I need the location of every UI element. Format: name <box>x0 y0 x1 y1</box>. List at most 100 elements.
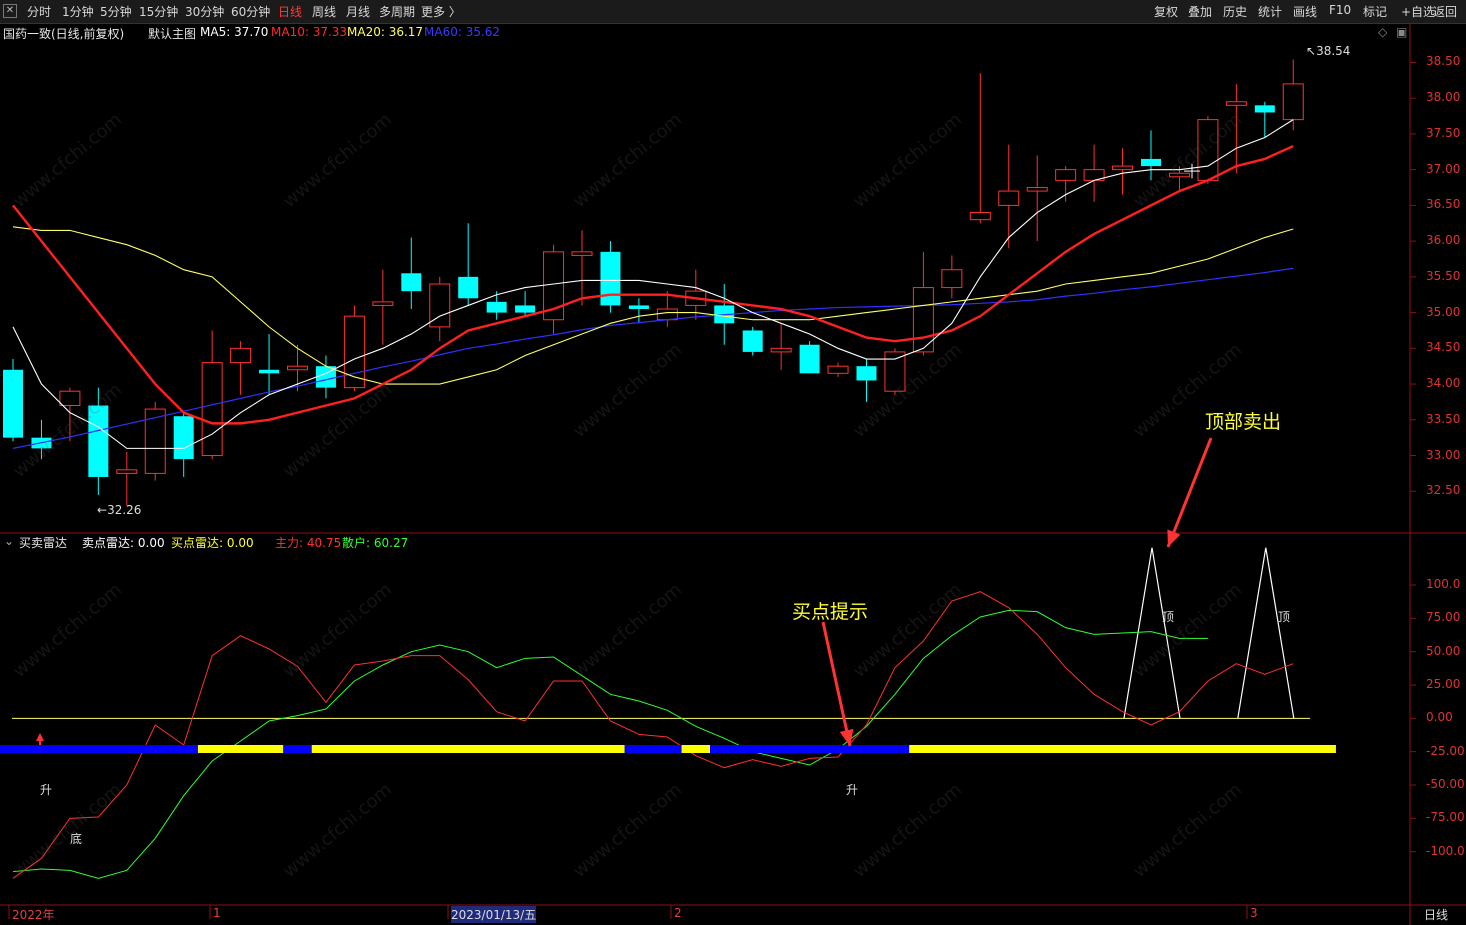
price-tick-label: 38.00 <box>1426 90 1461 105</box>
high-price-mark: ↖38.54 <box>1306 44 1351 58</box>
ma20-label: MA20: 36.17 <box>347 25 424 39</box>
price-tick-label: 33.50 <box>1426 411 1461 426</box>
date-tick-label: 1 <box>213 906 221 920</box>
candle-body <box>116 469 138 474</box>
candle-body <box>969 212 991 221</box>
chart-title: 国药一致(日线,前复权) <box>3 27 125 41</box>
price-tick-label: 37.50 <box>1426 125 1461 140</box>
period-tab[interactable]: 更多 〉 <box>421 3 461 20</box>
toolbar-button[interactable]: F10 <box>1329 3 1351 17</box>
toolbar-button[interactable]: 统计 <box>1258 3 1282 20</box>
retail-value: 60.27 <box>373 536 409 550</box>
period-tab[interactable]: 日线 <box>278 3 302 20</box>
rise-mark: 升 <box>40 783 53 797</box>
ma60-value: 35.62 <box>465 25 501 39</box>
diamond-icon[interactable]: ◇ <box>1378 25 1387 39</box>
price-tick-label: 36.00 <box>1426 233 1461 248</box>
period-toolbar: ✕ 分时 1分钟 5分钟 15分钟 30分钟 60分钟 日线 周线 月线 多周期 更多 〉 复权 叠加… <box>0 0 1466 24</box>
candle-body <box>941 269 963 289</box>
ma20-value: 36.17 <box>388 25 424 39</box>
candle-body <box>799 344 820 374</box>
osc-tick-label: 50.00 <box>1426 643 1461 658</box>
buy-hint-arrow <box>821 621 852 747</box>
price-tick-label: 38.50 <box>1426 54 1461 69</box>
price-tick-label: 34.50 <box>1426 340 1461 355</box>
close-icon[interactable]: ✕ <box>3 4 17 18</box>
candle-body <box>287 365 308 371</box>
price-tick-label: 37.00 <box>1426 161 1461 176</box>
candle-body <box>1141 158 1161 167</box>
signal-band <box>909 745 1336 753</box>
candle-body <box>230 347 252 364</box>
period-tab[interactable]: 60分钟 <box>231 3 270 20</box>
ma5-value: 37.70 <box>234 25 269 39</box>
price-tick-label: 32.50 <box>1426 483 1461 498</box>
date-tick-label: 3 <box>1250 906 1258 920</box>
osc-tick-label: -100.0 <box>1426 843 1465 858</box>
candle-body <box>600 251 621 306</box>
sell-radar-label: 卖点雷达: 0.00 <box>82 536 165 550</box>
candle-body <box>628 305 649 310</box>
candle-body <box>1254 105 1275 113</box>
candle-body <box>401 273 422 292</box>
low-price-mark: ←32.26 <box>97 503 142 517</box>
collapse-icon[interactable]: ⌄ <box>4 534 14 548</box>
osc-tick-label: 100.0 <box>1426 577 1461 591</box>
period-tab[interactable]: 30分钟 <box>185 3 224 20</box>
template-name[interactable]: 默认主图 <box>148 25 196 42</box>
signal-band <box>710 745 910 753</box>
price-tick-label: 33.00 <box>1426 447 1461 462</box>
candle-body <box>998 190 1020 206</box>
sub-chart-title[interactable]: 买卖雷达 <box>19 534 67 551</box>
price-tick-label: 35.50 <box>1426 268 1461 283</box>
candle-body <box>1112 165 1134 171</box>
retail-label: 散户: 60.27 <box>342 536 409 550</box>
period-tab[interactable]: 15分钟 <box>139 3 178 20</box>
osc-tick-label: 75.00 <box>1426 610 1461 625</box>
sell-hint-annotation: 顶部卖出 <box>1205 411 1282 433</box>
buy-hint-arrow <box>839 728 854 746</box>
candle-body <box>173 416 194 460</box>
ma10-value: 37.33 <box>312 25 348 39</box>
price-tick-label: 35.00 <box>1426 304 1461 319</box>
top-signal <box>1237 547 1295 719</box>
candle-body <box>827 365 849 374</box>
candle-body <box>201 362 223 457</box>
toolbar-button[interactable]: 历史 <box>1223 3 1247 20</box>
period-tab[interactable]: 分时 <box>27 3 51 20</box>
toolbar-button[interactable]: +自选 <box>1401 3 1435 20</box>
toolbar-button[interactable]: 标记 <box>1363 3 1387 20</box>
period-tab[interactable]: 月线 <box>346 3 370 20</box>
osc-tick-label: -25.00 <box>1426 743 1465 758</box>
panel-toggle-icon[interactable]: ▣ <box>1396 25 1407 39</box>
ma60-label: MA60: 35.62 <box>424 25 501 39</box>
toolbar-button[interactable]: 叠加 <box>1188 3 1212 20</box>
candle-body <box>259 369 280 374</box>
period-tab[interactable]: 1分钟 <box>62 3 94 20</box>
top-mark: 顶 <box>1278 610 1291 624</box>
signal-band <box>624 745 682 753</box>
period-tab[interactable]: 5分钟 <box>100 3 132 20</box>
signal-band <box>0 745 198 753</box>
signal-band <box>197 745 284 753</box>
period-tab[interactable]: 多周期 <box>379 3 415 20</box>
toolbar-button[interactable]: 返回 <box>1433 3 1457 20</box>
candle-body <box>856 366 877 381</box>
candle-body <box>770 347 792 353</box>
buy-radar-value: 0.00 <box>226 536 254 550</box>
toolbar-button[interactable]: 画线 <box>1293 3 1317 20</box>
candle-body <box>515 305 536 313</box>
date-tick-label: 2 <box>674 906 682 920</box>
date-tick-label: 2023/01/13/五 <box>451 906 537 923</box>
kline-chart[interactable] <box>0 0 1466 925</box>
toolbar-button[interactable]: 复权 <box>1154 3 1178 20</box>
ma10-label: MA10: 37.33 <box>271 25 348 39</box>
osc-tick-label: -75.00 <box>1426 810 1465 825</box>
top-mark: 顶 <box>1162 610 1175 624</box>
candle-body <box>1055 169 1077 181</box>
candle-body <box>656 308 678 321</box>
candle-body <box>1225 101 1247 106</box>
period-tab[interactable]: 周线 <box>312 3 336 20</box>
ma5-label: MA5: 37.70 <box>200 25 269 39</box>
price-tick-label: 34.00 <box>1426 376 1461 391</box>
